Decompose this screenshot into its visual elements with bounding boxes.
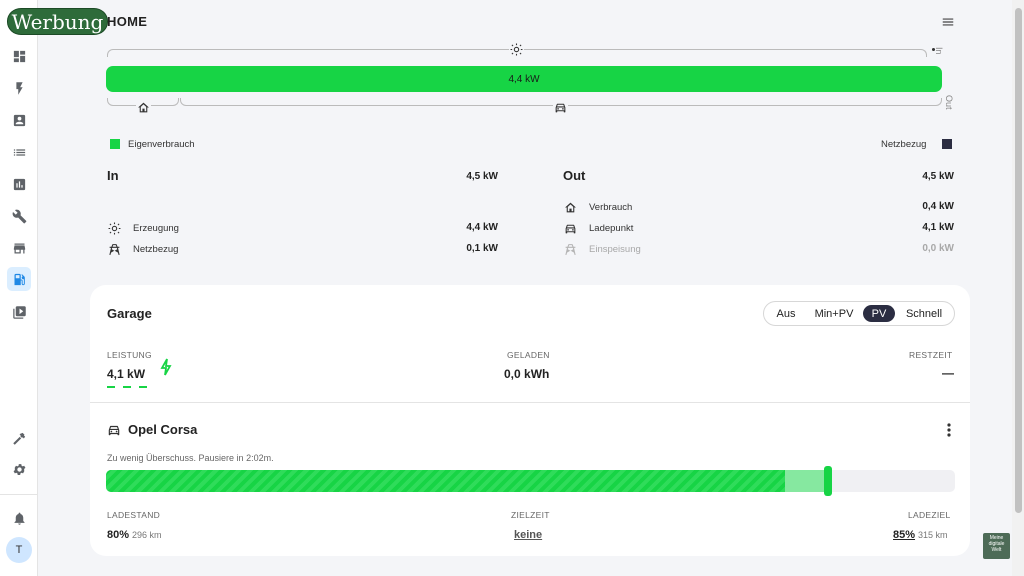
target-time-value[interactable]: keine [514,529,542,541]
soc-label: LADESTAND [107,510,161,520]
page-title: HOME [107,14,148,29]
ev-station-icon[interactable] [7,267,31,291]
out-row-value: 0,4 kW [922,201,954,212]
out-total: 4,5 kW [922,171,954,182]
werbung-watermark: Werbung [7,8,108,35]
target-soc-value[interactable]: 85% 315 km [893,529,948,541]
charging-indicator [107,386,115,388]
out-row-label: Ladepunkt [589,223,634,234]
mode-fast-button[interactable]: Schnell [899,305,949,322]
legend-self-swatch [110,139,120,149]
scrollbar-thumb[interactable] [1015,8,1022,513]
vehicle-name[interactable]: Opel Corsa [128,422,197,437]
chart-icon[interactable] [7,172,31,196]
sun-icon [107,221,122,236]
legend-grid-label: Netzbezug [881,139,927,150]
power-tower-icon [107,242,122,257]
car-icon [107,423,122,438]
power-tower-icon [563,242,578,257]
out-title: Out [563,168,586,183]
mode-pv-button[interactable]: PV [863,305,895,322]
side-label-in: In [934,47,944,55]
car-icon [553,100,568,115]
charging-indicator [123,386,131,388]
in-title: In [107,168,119,183]
wrench-icon[interactable] [7,204,31,228]
target-soc-percent[interactable]: 85% [893,529,915,541]
account-box-icon[interactable] [7,108,31,132]
energy-flow-bar: 4,4 kW [106,66,942,92]
in-row-value: 0,1 kW [466,243,498,254]
soc-fill [106,470,785,492]
charged-value: 0,0 kWh [504,367,550,381]
house-icon [136,100,151,115]
bell-icon[interactable] [7,506,31,530]
in-total: 4,5 kW [466,171,498,182]
target-soc-label: LADEZIEL [908,510,951,520]
sidebar-divider [0,494,38,495]
card-divider [90,402,970,403]
remaining-value: — [942,366,954,380]
channel-badge: Meine digitale Welt [983,533,1010,559]
store-icon[interactable] [7,236,31,260]
loadpoint-title: Garage [107,306,152,321]
sidebar: T [0,0,38,576]
charging-bolt-icon [160,358,172,376]
side-label-out: Out [944,95,954,110]
target-time-label: ZIELZEIT [511,510,550,520]
avatar[interactable]: T [6,537,32,563]
power-label: LEISTUNG [107,350,152,360]
legend-self-label: Eigenverbrauch [128,139,195,150]
power-value: 4,1 kW [107,367,146,381]
house-icon [563,200,578,215]
sun-icon [509,42,524,57]
hamburger-menu-icon[interactable] [940,15,956,29]
in-row-label: Erzeugung [133,223,179,234]
out-row-label: Verbrauch [589,202,633,213]
out-row-value: 0,0 kW [922,243,954,254]
vehicle-options-icon[interactable] [944,422,954,438]
out-row-value: 4,1 kW [922,222,954,233]
dashboard-icon[interactable] [7,44,31,68]
charging-indicator [139,386,147,388]
mode-minpv-button[interactable]: Min+PV [808,305,860,322]
remaining-label: RESTZEIT [909,350,953,360]
soc-range: 296 km [132,530,162,540]
gear-icon[interactable] [7,457,31,481]
charged-label: GELADEN [507,350,550,360]
list-icon[interactable] [7,140,31,164]
car-icon [563,221,578,236]
in-row-label: Netzbezug [133,244,179,255]
target-soc-slider-handle[interactable] [824,466,832,496]
out-row-label: Einspeisung [589,244,641,255]
mode-off-button[interactable]: Aus [768,305,804,322]
mode-selector: Aus Min+PV PV Schnell [763,301,955,326]
charging-status-message: Zu wenig Überschuss. Pausiere in 2:02m. [107,453,274,463]
video-library-icon[interactable] [7,300,31,324]
soc-value: 80% 296 km [107,529,162,541]
legend-grid-swatch [942,139,952,149]
soc-percent: 80% [107,529,130,541]
in-row-value: 4,4 kW [466,222,498,233]
hammer-icon[interactable] [7,426,31,450]
target-soc-range: 315 km [918,530,948,540]
flash-icon[interactable] [7,76,31,100]
